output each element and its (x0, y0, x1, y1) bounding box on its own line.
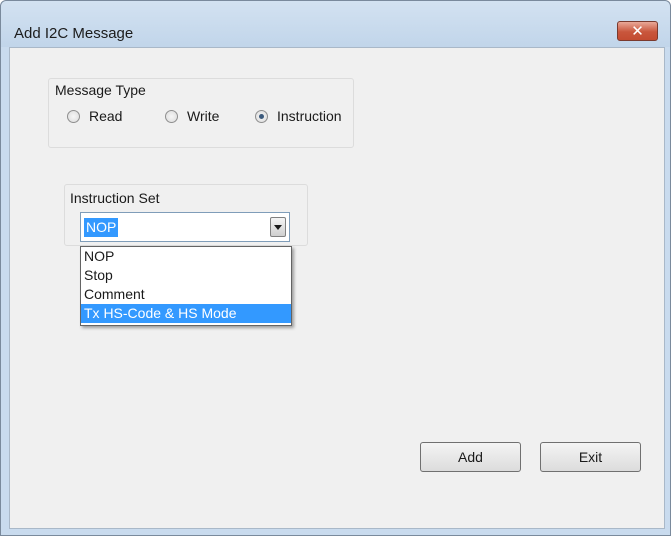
title-bar[interactable]: Add I2C Message ✕ (1, 1, 670, 47)
add-button[interactable]: Add (420, 442, 521, 472)
dropdown-item-nop[interactable]: NOP (81, 247, 291, 266)
chevron-down-icon[interactable] (270, 217, 286, 237)
radio-write[interactable]: Write (165, 108, 219, 124)
window-title: Add I2C Message (14, 25, 134, 42)
exit-button[interactable]: Exit (540, 442, 641, 472)
dropdown-item-comment[interactable]: Comment (81, 285, 291, 304)
radio-read[interactable]: Read (67, 108, 122, 124)
instruction-set-label: Instruction Set (70, 190, 160, 206)
radio-read-label: Read (89, 108, 123, 124)
add-i2c-message-dialog: Add I2C Message ✕ Message Type Read Writ… (0, 0, 671, 536)
dropdown-item-tx-hs-code[interactable]: Tx HS-Code & HS Mode (81, 304, 291, 323)
radio-instruction-indicator[interactable] (255, 109, 268, 123)
close-button[interactable]: ✕ (617, 21, 658, 41)
instruction-set-dropdown-list: NOP Stop Comment Tx HS-Code & HS Mode (80, 246, 292, 326)
radio-instruction-label: Instruction (277, 108, 342, 124)
message-type-label: Message Type (55, 82, 146, 98)
dropdown-item-stop[interactable]: Stop (81, 266, 291, 285)
instruction-set-selected-value: NOP (84, 218, 119, 237)
instruction-set-combobox[interactable]: NOP (80, 212, 290, 242)
radio-read-indicator[interactable] (67, 109, 80, 123)
dialog-body: Message Type Read Write Instruction Inst… (9, 47, 665, 529)
radio-write-label: Write (187, 108, 220, 124)
close-icon: ✕ (631, 22, 644, 40)
radio-write-indicator[interactable] (165, 109, 178, 123)
radio-instruction[interactable]: Instruction (255, 108, 342, 124)
